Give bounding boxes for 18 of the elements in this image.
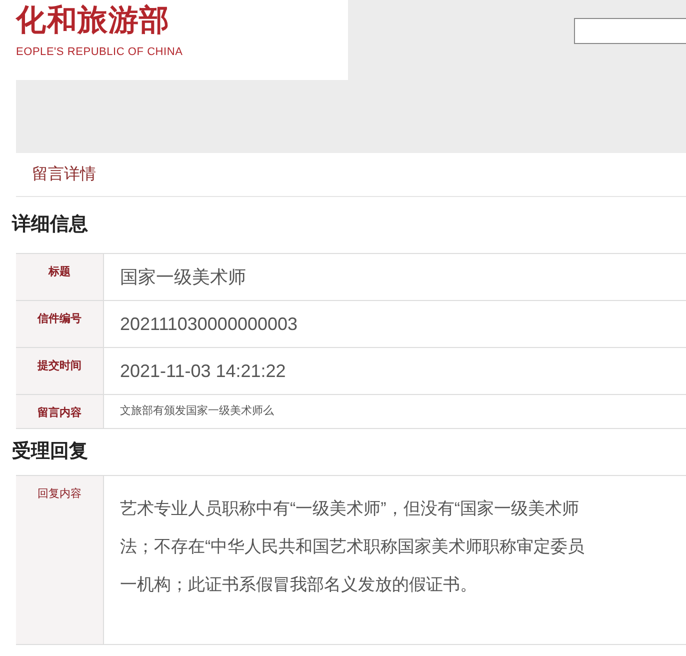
section-heading: 受理回复 (12, 440, 88, 464)
reply-text-line: 艺术专业人员职称中有“一级美术师”，但没有“国家一级美术师 (120, 498, 580, 520)
logo-title: 化和旅游部 (16, 3, 171, 39)
field-value: 国家一级美术师 (120, 266, 246, 288)
breadcrumb[interactable]: 留言详情 (32, 162, 96, 186)
field-label: 提交时间 (38, 358, 82, 374)
field-label: 留言内容 (38, 406, 82, 421)
section-heading: 详细信息 (12, 212, 88, 237)
search-field[interactable] (574, 18, 686, 44)
field-label: 回复内容 (38, 486, 82, 502)
field-value: 文旅部有颁发国家一级美术师么 (120, 404, 274, 420)
field-value: 2021-11-03 14:21:22 (120, 360, 286, 382)
field-label: 信件编号 (38, 312, 82, 327)
logo-subtitle: EOPLE'S REPUBLIC OF CHINA (16, 45, 184, 60)
reply-text-line: 法；不存在“中华人民共和国艺术职称国家美术师职称审定委员 (120, 536, 586, 558)
field-label: 标题 (48, 264, 70, 280)
field-value: 202111030000000003 (120, 312, 298, 336)
reply-text-line: 一机构；此证书系假冒我部名义发放的假证书。 (120, 574, 478, 596)
